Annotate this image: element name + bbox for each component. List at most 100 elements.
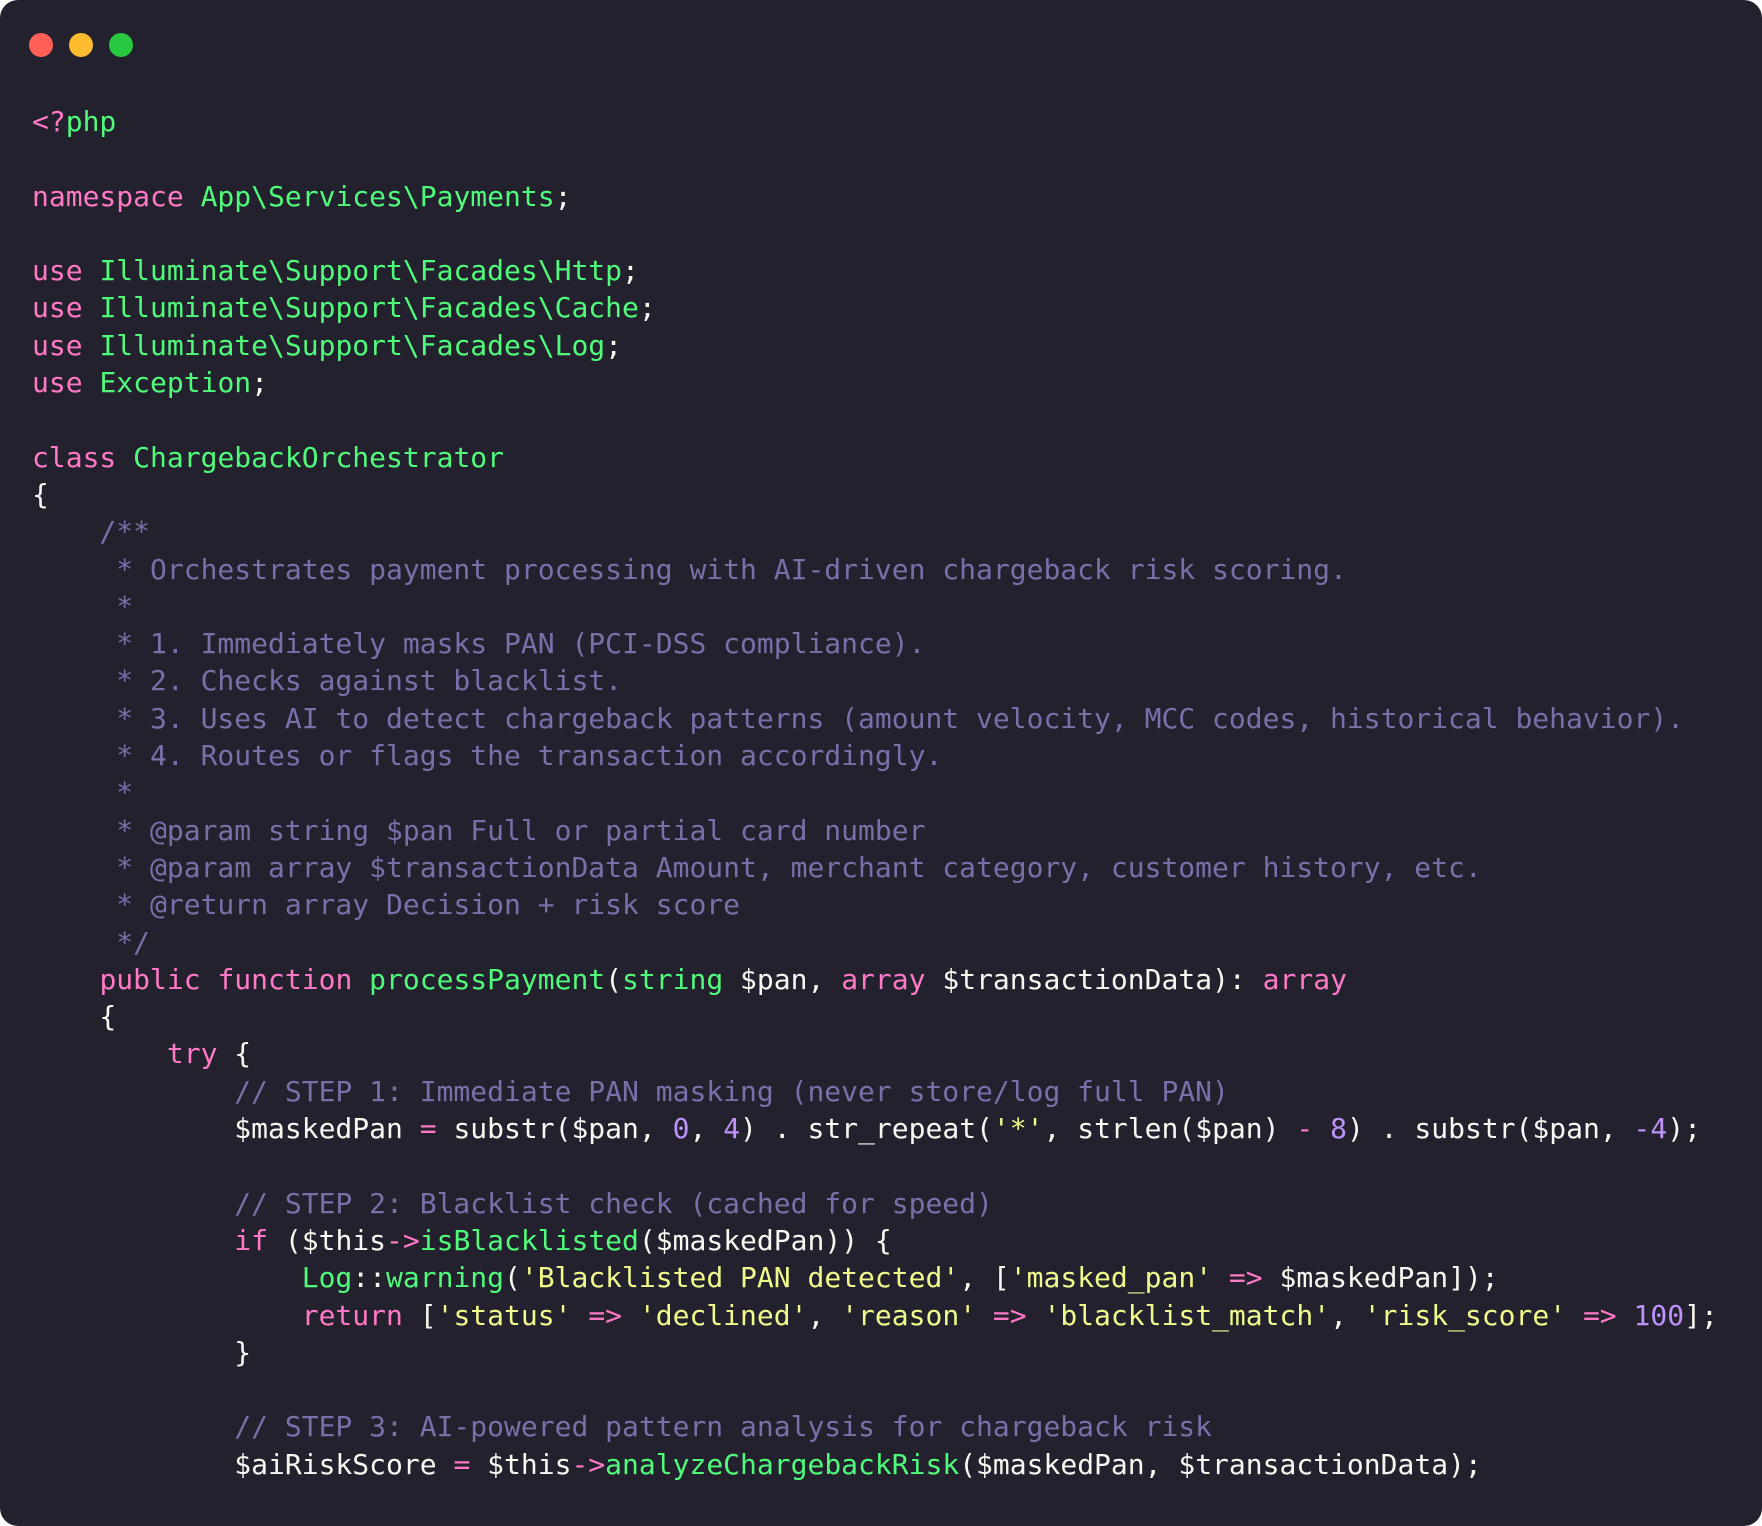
code-token: array: [841, 962, 926, 996]
code-token: );: [1667, 1112, 1701, 1146]
code-token: substr($pan,: [436, 1112, 673, 1146]
code-token: use: [32, 254, 100, 288]
code-line: // STEP 2: Blacklist check (cached for s…: [32, 1185, 1718, 1222]
zoom-button[interactable]: [109, 33, 133, 57]
code-line: * 1. Immediately masks PAN (PCI-DSS comp…: [32, 625, 1718, 662]
code-token: * Orchestrates payment processing with A…: [32, 552, 1347, 586]
code-token: $pan,: [723, 962, 842, 996]
code-token: =: [453, 1447, 471, 1481]
code-token: *: [32, 589, 134, 623]
code-token: $transactionData):: [925, 962, 1263, 996]
code-token: public function: [99, 962, 370, 996]
code-token: {: [32, 477, 49, 511]
code-token: =>: [992, 1298, 1027, 1332]
code-token: ->: [386, 1223, 420, 1257]
code-token: $aiRiskScore: [32, 1447, 454, 1481]
code-line: *: [32, 588, 1718, 625]
code-token: 100: [1633, 1298, 1685, 1332]
window-controls: [29, 33, 133, 57]
code-token: =: [419, 1112, 437, 1146]
code-token: *: [32, 776, 134, 810]
code-token: 0: [672, 1112, 690, 1146]
code-line: * 4. Routes or flags the transaction acc…: [32, 737, 1718, 774]
code-token: App\Services\Payments: [200, 179, 555, 213]
code-token: (: [504, 1261, 521, 1295]
code-line: use Illuminate\Support\Facades\Log;: [32, 327, 1718, 364]
code-token: try: [166, 1037, 218, 1071]
code-line: * 3. Uses AI to detect chargeback patter…: [32, 700, 1718, 737]
code-token: ;: [251, 366, 269, 400]
code-token: 4: [723, 1112, 741, 1146]
code-token: {: [217, 1037, 252, 1071]
code-token: warning: [386, 1261, 505, 1295]
minimize-button[interactable]: [69, 33, 93, 57]
code-token: ,: [1330, 1298, 1364, 1332]
code-token: /**: [32, 515, 151, 549]
code-token: * @param string $pan Full or partial car…: [32, 813, 926, 847]
code-token: if: [234, 1223, 269, 1257]
code-line: * @param array $transactionData Amount, …: [32, 849, 1718, 886]
code-line: <?php: [32, 103, 1718, 140]
code-token: =>: [588, 1298, 623, 1332]
code-token: 'risk_score': [1363, 1298, 1567, 1332]
code-token: isBlacklisted: [419, 1223, 639, 1257]
code-token: ($maskedPan)) {: [638, 1223, 892, 1257]
code-token: Illuminate\Support\Facades\Log: [99, 328, 606, 362]
code-token: 'declined': [638, 1298, 808, 1332]
code-line: use Illuminate\Support\Facades\Http;: [32, 252, 1718, 289]
code-line: public function processPayment(string $p…: [32, 961, 1718, 998]
code-token: class: [32, 440, 134, 474]
code-token: // STEP 2: Blacklist check (cached for s…: [32, 1186, 993, 1220]
code-token: ::: [352, 1261, 387, 1295]
code-token: 'Blacklisted PAN detected': [520, 1261, 960, 1295]
code-line: use Illuminate\Support\Facades\Cache;: [32, 289, 1718, 326]
code-line: {: [32, 998, 1718, 1035]
code-token: }: [32, 1335, 252, 1369]
code-line: }: [32, 1334, 1718, 1371]
code-line: *: [32, 774, 1718, 811]
code-token: ->: [571, 1447, 606, 1481]
close-button[interactable]: [29, 33, 53, 57]
code-token: use: [32, 328, 100, 362]
code-line: {: [32, 476, 1718, 513]
code-token: Log: [301, 1261, 353, 1295]
code-token: php: [65, 105, 117, 138]
code-token: // STEP 1: Immediate PAN masking (never …: [32, 1074, 1229, 1108]
code-token: processPayment: [369, 962, 606, 996]
code-token: * 1. Immediately masks PAN (PCI-DSS comp…: [32, 627, 926, 661]
code-token: ) . substr($pan,: [1346, 1112, 1634, 1146]
code-token: * 2. Checks against blacklist.: [32, 664, 623, 698]
code-token: * 3. Uses AI to detect chargeback patter…: [32, 701, 1685, 735]
code-token: ) . str_repeat(: [740, 1112, 993, 1146]
code-token: string: [622, 962, 724, 996]
code-token: =>: [1582, 1298, 1617, 1332]
code-token: ,: [689, 1112, 724, 1146]
code-token: Exception: [99, 366, 252, 400]
code-token: ChargebackOrchestrator: [133, 440, 505, 474]
code-line: return ['status' => 'declined', 'reason'…: [32, 1297, 1718, 1334]
code-line: class ChargebackOrchestrator: [32, 439, 1718, 476]
code-line: $aiRiskScore = $this->analyzeChargebackR…: [32, 1446, 1718, 1483]
code-token: ,: [807, 1298, 842, 1332]
code-token: [: [402, 1298, 437, 1332]
code-line: namespace App\Services\Payments;: [32, 178, 1718, 215]
code-token: return: [301, 1298, 403, 1332]
code-token: use: [32, 291, 100, 325]
code-editor[interactable]: <?php namespace App\Services\Payments; use…: [32, 103, 1718, 1483]
code-line: /**: [32, 513, 1718, 550]
code-line: * @param string $pan Full or partial car…: [32, 812, 1718, 849]
